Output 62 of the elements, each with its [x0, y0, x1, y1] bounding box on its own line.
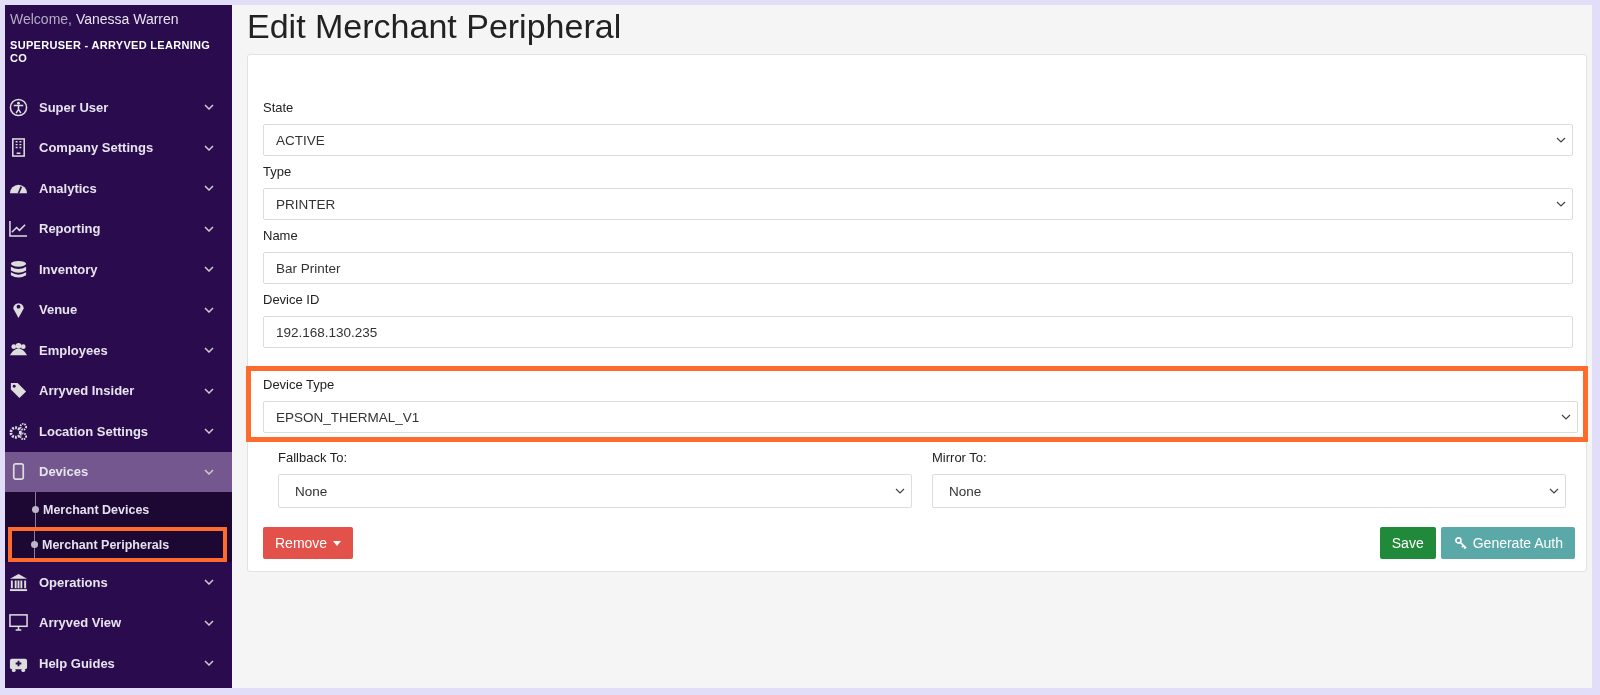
sidebar-item[interactable]: Arryved Insider	[5, 370, 232, 411]
sidebar-item[interactable]: Employees	[5, 330, 232, 371]
sidebar-item[interactable]: Super User	[5, 87, 232, 128]
input-field[interactable]: 192.168.130.235	[263, 316, 1573, 348]
chevron-down-icon	[204, 185, 214, 192]
sidebar-subitem[interactable]: Merchant Peripherals	[8, 527, 227, 562]
sidebar-item[interactable]: Location Settings	[5, 411, 232, 452]
select-field[interactable]: EPSON_THERMAL_V1	[263, 401, 1578, 433]
chevron-down-icon	[204, 144, 214, 151]
sidebar-item[interactable]: Venue	[5, 289, 232, 330]
chevron-down-icon	[1549, 488, 1559, 494]
sidebar-item[interactable]: Devices	[5, 451, 232, 492]
select-field[interactable]: None	[932, 474, 1566, 508]
input-field[interactable]: Bar Printer	[263, 252, 1573, 284]
account-name: SUPERUSER - ARRYVED LEARNING CO	[9, 38, 212, 65]
select-field[interactable]: None	[278, 474, 912, 508]
chevron-down-icon	[204, 428, 214, 435]
sidebar-item[interactable]: Company Settings	[5, 127, 232, 168]
db-icon	[9, 259, 28, 279]
chevron-down-icon	[204, 387, 214, 394]
chevron-down-icon	[1561, 414, 1571, 420]
select-field[interactable]: PRINTER	[263, 188, 1573, 220]
tag-icon	[9, 381, 28, 401]
sidebar-item[interactable]: Reporting	[5, 208, 232, 249]
chart-icon	[9, 219, 28, 239]
chevron-down-icon	[204, 579, 214, 586]
sidebar-item[interactable]: Inventory	[5, 249, 232, 290]
sidebar-item[interactable]: Analytics	[5, 168, 232, 209]
chevron-down-icon	[204, 306, 214, 313]
field-label: State	[263, 100, 295, 115]
chevron-down-icon	[204, 468, 214, 475]
save-button[interactable]: Save	[1379, 527, 1436, 559]
monitor-icon	[9, 613, 28, 633]
remove-button[interactable]: Remove	[263, 527, 354, 559]
page-title: Edit Merchant Peripheral	[247, 7, 623, 46]
chevron-down-icon	[1556, 137, 1566, 143]
person-icon	[9, 97, 28, 117]
sidebar-subitem[interactable]: Merchant Devices	[5, 492, 232, 527]
chevron-down-icon	[895, 488, 905, 494]
gears-icon	[9, 421, 28, 441]
bank-icon	[9, 572, 28, 592]
field-label: Mirror To:	[932, 450, 988, 465]
field-label: Name	[263, 228, 299, 243]
chevron-down-icon	[204, 347, 214, 354]
chevron-down-icon	[204, 104, 214, 111]
building-icon	[9, 138, 28, 158]
welcome-text: Welcome, Vanessa Warren	[9, 10, 180, 27]
field-label: Type	[263, 164, 293, 179]
field-label: Device ID	[263, 292, 321, 307]
select-field[interactable]: ACTIVE	[263, 124, 1573, 156]
chevron-down-icon	[204, 660, 214, 667]
field-label: Device Type	[263, 377, 336, 392]
sidebar-item[interactable]: Operations	[5, 562, 232, 603]
key-icon	[1454, 537, 1467, 549]
sidebar-item[interactable]: Arryved View	[5, 602, 232, 643]
chevron-down-icon	[204, 619, 214, 626]
chevron-down-icon	[204, 225, 214, 232]
chevron-down-icon	[204, 266, 214, 273]
sidebar-item[interactable]: Help Guides	[5, 643, 232, 684]
caret-icon	[333, 540, 342, 546]
field-label: Fallback To:	[278, 450, 349, 465]
chevron-down-icon	[1556, 201, 1566, 207]
